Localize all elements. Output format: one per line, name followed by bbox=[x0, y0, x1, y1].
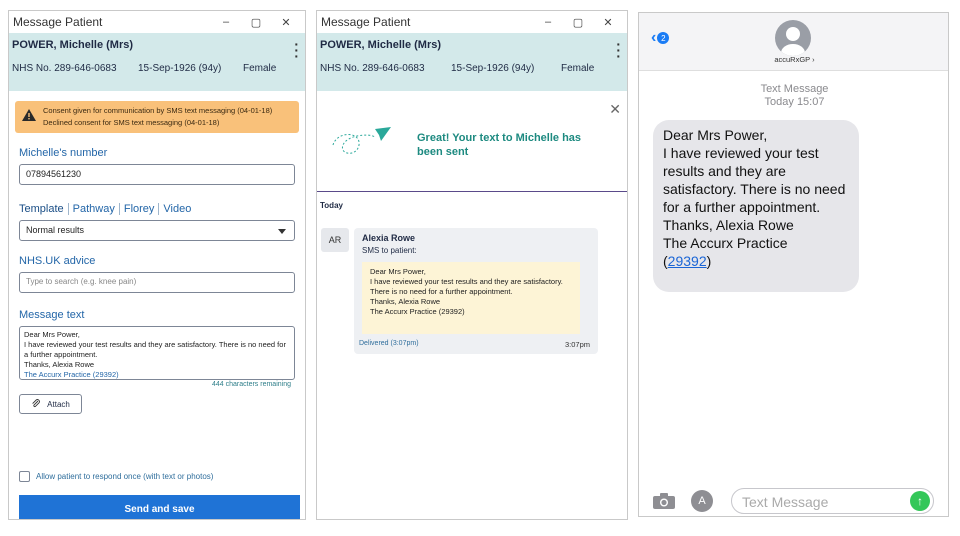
consent-given: Consent given for communication by SMS t… bbox=[43, 106, 273, 115]
message-timestamp: Text Message Today 15:07 bbox=[639, 83, 948, 109]
message-line: Thanks, Alexia Rowe bbox=[370, 297, 441, 306]
characters-remaining: 444 characters remaining bbox=[212, 381, 291, 388]
sender-name: Alexia Rowe bbox=[362, 233, 416, 243]
maximize-button[interactable]: ▢ bbox=[563, 16, 593, 29]
avatar: AR bbox=[321, 228, 349, 252]
message-line: I have reviewed your test results and th… bbox=[370, 277, 563, 296]
recipient-label: SMS to patient: bbox=[362, 246, 417, 255]
message-bubble: Dear Mrs Power, I have reviewed your tes… bbox=[362, 262, 580, 334]
received-message-bubble: Dear Mrs Power, I have reviewed your tes… bbox=[653, 120, 859, 292]
template-tabs: Template Pathway Florey Video bbox=[19, 203, 295, 215]
phone-messages-screen: ‹ 2 accuRxGP › Text Message Today 15:07 … bbox=[638, 12, 949, 517]
minimize-button[interactable]: – bbox=[533, 16, 563, 28]
delivery-status: Delivered (3:07pm) bbox=[359, 340, 419, 347]
contact-avatar[interactable] bbox=[775, 20, 811, 56]
nhs-advice-search[interactable]: Type to search (e.g. knee pain) bbox=[19, 272, 295, 293]
day-label: Today bbox=[320, 201, 343, 210]
sent-window: Message Patient – ▢ ✕ POWER, Michelle (M… bbox=[316, 10, 628, 520]
patient-banner: POWER, Michelle (Mrs) · · · NHS No. 289-64… bbox=[9, 33, 305, 91]
close-button[interactable]: ✕ bbox=[271, 16, 301, 29]
send-arrow-icon[interactable]: ↑ bbox=[910, 491, 930, 511]
window-title: Message Patient bbox=[321, 15, 411, 29]
tab-video[interactable]: Video bbox=[163, 203, 195, 215]
conversation-header: ‹ 2 accuRxGP › bbox=[639, 13, 948, 71]
patient-name: POWER, Michelle (Mrs) bbox=[12, 39, 134, 51]
more-options-icon[interactable]: · · · bbox=[616, 37, 621, 63]
patient-banner: POWER, Michelle (Mrs) · · · NHS No. 289-64… bbox=[317, 33, 627, 91]
send-and-save-button[interactable]: Send and save bbox=[19, 495, 300, 519]
tab-pathway[interactable]: Pathway bbox=[73, 203, 120, 215]
consent-warning: Consent given for communication by SMS t… bbox=[15, 101, 299, 133]
paper-plane-icon bbox=[332, 127, 391, 154]
message-date: Today 15:07 bbox=[764, 96, 825, 108]
message-line: Thanks, Alexia Rowe bbox=[24, 360, 95, 369]
contact-name-text: accuRxGP bbox=[774, 55, 811, 64]
gender: Female bbox=[243, 63, 277, 74]
message-line: Dear Mrs Power, bbox=[24, 330, 80, 339]
practice-code-link[interactable]: 29392 bbox=[668, 253, 707, 269]
titlebar: Message Patient – ▢ ✕ bbox=[317, 11, 627, 33]
contact-name[interactable]: accuRxGP › bbox=[639, 55, 948, 64]
message-signature: The Accurx Practice (29392) bbox=[24, 370, 119, 379]
patient-meta: NHS No. 289-646-0683 15-Sep-1926 (94y) F… bbox=[12, 63, 301, 74]
allow-response-row: Allow patient to respond once (with text… bbox=[19, 471, 213, 482]
template-select[interactable]: Normal results bbox=[19, 220, 295, 241]
patient-meta: NHS No. 289-646-0683 15-Sep-1926 (94y) F… bbox=[320, 63, 623, 74]
template-value: Normal results bbox=[26, 225, 85, 235]
divider bbox=[317, 191, 627, 192]
camera-icon[interactable] bbox=[653, 493, 675, 509]
message-line: (29392) bbox=[663, 253, 712, 269]
message-card: Alexia Rowe SMS to patient: Dear Mrs Pow… bbox=[354, 228, 598, 354]
warning-icon bbox=[22, 109, 36, 121]
nhs-number: NHS No. 289-646-0683 bbox=[320, 63, 425, 74]
dismiss-icon[interactable]: ✕ bbox=[609, 101, 621, 118]
message-input[interactable]: Text Message bbox=[731, 488, 934, 514]
phone-number-field[interactable]: 07894561230 bbox=[19, 164, 295, 185]
attach-button[interactable]: Attach bbox=[19, 394, 82, 414]
patient-name: POWER, Michelle (Mrs) bbox=[320, 39, 442, 51]
message-line: Dear Mrs Power, bbox=[370, 267, 426, 276]
message-line: I have reviewed your test results and th… bbox=[24, 340, 286, 359]
compose-window: Message Patient – ▢ ✕ POWER, Michelle (M… bbox=[8, 10, 306, 520]
consent-declined: Declined consent for SMS text messaging … bbox=[43, 118, 220, 127]
nhs-number: NHS No. 289-646-0683 bbox=[12, 63, 117, 74]
back-button[interactable]: ‹ 2 bbox=[651, 29, 670, 47]
tab-florey[interactable]: Florey bbox=[124, 203, 160, 215]
date-of-birth: 15-Sep-1926 (94y) bbox=[138, 63, 222, 74]
close-button[interactable]: ✕ bbox=[593, 16, 623, 29]
sent-confirmation: Great! Your text to Michelle has been se… bbox=[329, 123, 619, 173]
message-time: 3:07pm bbox=[564, 340, 590, 349]
message-line: Dear Mrs Power, bbox=[663, 127, 768, 143]
maximize-button[interactable]: ▢ bbox=[241, 16, 271, 29]
compose-bar: A Text Message ↑ bbox=[639, 485, 948, 516]
message-label: Message text bbox=[19, 309, 85, 321]
more-options-icon[interactable]: · · · bbox=[294, 37, 299, 63]
allow-response-label: Allow patient to respond once (with text… bbox=[36, 472, 214, 481]
message-textarea[interactable]: Dear Mrs Power, I have reviewed your tes… bbox=[19, 326, 295, 380]
message-type: Text Message bbox=[760, 83, 829, 95]
gender: Female bbox=[561, 63, 595, 74]
date-of-birth: 15-Sep-1926 (94y) bbox=[451, 63, 535, 74]
minimize-button[interactable]: – bbox=[211, 16, 241, 28]
message-line: The Accurx Practice (29392) bbox=[370, 307, 465, 316]
window-title: Message Patient bbox=[13, 15, 103, 29]
chevron-left-icon: ‹ bbox=[651, 29, 657, 46]
allow-response-checkbox[interactable] bbox=[19, 471, 30, 482]
attach-label: Attach bbox=[47, 399, 70, 409]
message-line: Thanks, Alexia Rowe bbox=[663, 217, 794, 233]
nhs-advice-label: NHS.UK advice bbox=[19, 255, 96, 267]
unread-badge: 2 bbox=[657, 32, 670, 44]
app-store-icon[interactable]: A bbox=[691, 490, 713, 512]
titlebar: Message Patient – ▢ ✕ bbox=[9, 11, 305, 33]
message-line: I have reviewed your test results and th… bbox=[663, 145, 846, 215]
chevron-down-icon bbox=[278, 229, 286, 234]
paperclip-icon bbox=[32, 399, 40, 408]
number-label: Michelle's number bbox=[19, 147, 108, 159]
tab-template[interactable]: Template bbox=[19, 203, 69, 215]
person-icon bbox=[781, 27, 805, 56]
sent-message: Great! Your text to Michelle has been se… bbox=[417, 132, 582, 158]
message-line: The Accurx Practice bbox=[663, 235, 788, 251]
